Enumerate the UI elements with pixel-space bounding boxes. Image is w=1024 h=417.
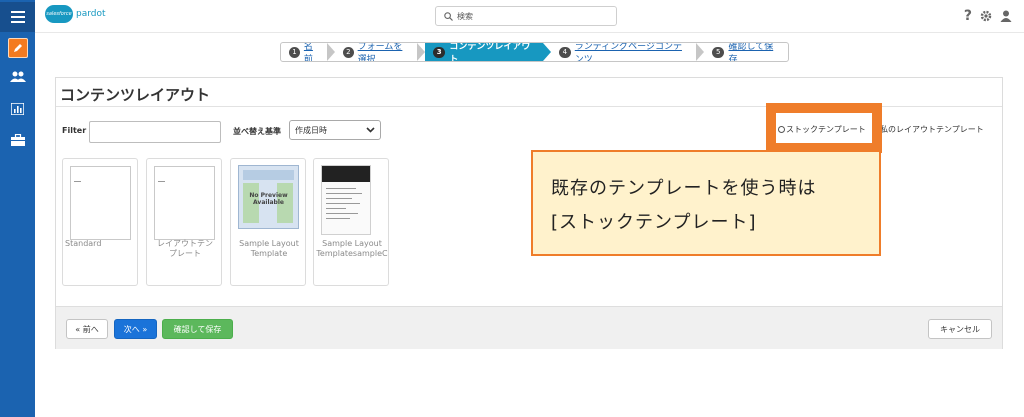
sort-selected-value: 作成日時 [295, 125, 327, 135]
pencil-icon [7, 38, 28, 58]
cancel-button[interactable]: キャンセル [928, 319, 992, 339]
sidebar-item-reports[interactable] [0, 95, 35, 123]
top-icons: ? [964, 7, 1012, 25]
left-sidebar [0, 0, 35, 417]
brand-name: pardot [76, 9, 106, 19]
sidebar-item-admin[interactable] [0, 126, 35, 154]
template-card-standard[interactable]: Standard [62, 158, 138, 286]
prev-button[interactable]: « 前へ [66, 319, 108, 339]
radio-mine-label: 私のレイアウトテンプレート [880, 125, 984, 134]
template-thumbnail [70, 166, 131, 240]
sidebar-item-marketing[interactable] [0, 34, 35, 62]
no-preview-text: No Preview Available [249, 192, 288, 206]
wizard-steps: 1 名前 2 フォームを選択 3 コンテンツレイアウト 4 ランディングページコンテンツ… [280, 42, 789, 62]
help-icon[interactable]: ? [964, 7, 972, 25]
page-title: コンテンツレイアウト [60, 86, 211, 104]
highlight-box [766, 103, 882, 153]
sidebar-item-prospects[interactable] [0, 63, 35, 91]
filter-label: Filter [62, 126, 87, 135]
template-name: Sample Layout TemplatesampleC [316, 239, 388, 258]
bar-chart-icon [11, 103, 24, 115]
pardot-logo[interactable]: salesforce pardot [45, 5, 106, 23]
template-name: レイアウトテン プレート [157, 239, 213, 258]
salesforce-cloud-logo: salesforce [45, 5, 73, 23]
annotation-line-2: [ストックテンプレート] [551, 212, 757, 233]
step-separator [696, 43, 704, 61]
search-box[interactable]: 検索 [435, 6, 617, 26]
action-footer: « 前へ 次へ » 確認して保存 キャンセル [56, 306, 1002, 349]
wizard-step-form[interactable]: 2 フォームを選択 [335, 43, 417, 61]
document-thumbnail [321, 165, 371, 235]
search-input[interactable]: 検索 [457, 11, 473, 22]
template-name: Sample Layout Template [239, 239, 299, 258]
users-icon [9, 71, 26, 82]
briefcase-icon [10, 134, 25, 146]
wizard-step-content[interactable]: 4 ランディングページコンテンツ [551, 43, 696, 61]
template-card-sample-c[interactable]: Sample Layout TemplatesampleC [313, 158, 389, 286]
gear-icon[interactable] [980, 10, 992, 22]
user-icon[interactable] [1000, 10, 1012, 22]
template-name: Standard [65, 239, 102, 248]
wizard-step-layout[interactable]: 3 コンテンツレイアウト [425, 43, 543, 61]
next-button[interactable]: 次へ » [114, 319, 157, 339]
wizard-step-name[interactable]: 1 名前 [281, 43, 327, 61]
template-card-sample[interactable]: No Preview Available Sample Layout Templ… [230, 158, 306, 286]
search-icon [444, 11, 453, 21]
radio-my-templates[interactable]: 私のレイアウトテンプレート [880, 124, 984, 135]
wizard-step-review[interactable]: 5 確認して保存 [704, 43, 788, 61]
template-thumbnail [154, 166, 215, 240]
step-separator [543, 43, 551, 61]
menu-button[interactable] [0, 2, 35, 32]
sort-select[interactable]: 作成日時 [289, 120, 381, 140]
no-preview-thumbnail: No Preview Available [238, 165, 299, 229]
template-card-layout[interactable]: レイアウトテン プレート [146, 158, 222, 286]
page: salesforce pardot 検索 ? 1 名前 2 フォームを選択 3 コンテ… [0, 0, 1024, 417]
hamburger-icon [10, 11, 25, 23]
confirm-save-button[interactable]: 確認して保存 [162, 319, 233, 339]
annotation-line-1: 既存のテンプレートを使う時は [551, 178, 817, 199]
top-bar: salesforce pardot 検索 ? [35, 0, 1024, 33]
chevron-down-icon [366, 127, 375, 133]
sort-label: 並べ替え基準 [233, 127, 281, 136]
step-separator [417, 43, 425, 61]
filter-input[interactable] [89, 121, 221, 143]
annotation-callout: 既存のテンプレートを使う時は [ストックテンプレート] [531, 150, 881, 256]
step-separator [327, 43, 335, 61]
